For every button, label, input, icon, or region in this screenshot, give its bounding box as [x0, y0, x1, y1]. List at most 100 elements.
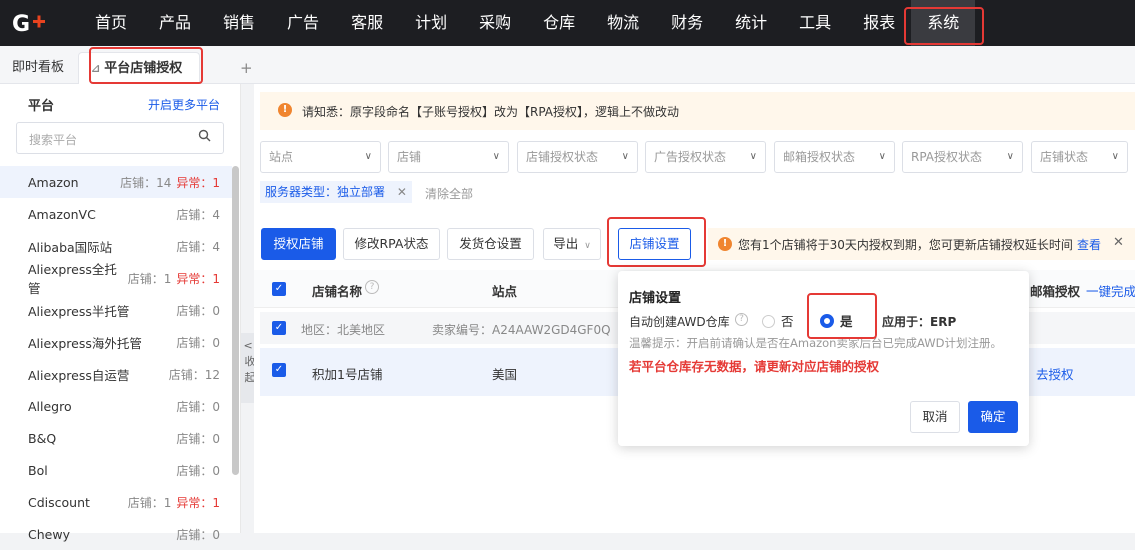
row-checkbox[interactable]: ✓ [272, 363, 286, 377]
filter-select[interactable]: 店铺 ∨ [388, 141, 509, 173]
cancel-button[interactable]: 取消 [910, 401, 960, 433]
select-all-checkbox[interactable]: ✓ [272, 282, 286, 296]
help-icon: ? [365, 280, 379, 294]
platform-item[interactable]: Aliexpress半托管 店铺：0 [0, 294, 232, 326]
clear-all-filters-link[interactable]: 清除全部 [425, 185, 473, 202]
warning-icon: ! [718, 237, 732, 251]
highlight-store-settings [607, 217, 706, 267]
nav-item-2[interactable]: 销售 [207, 0, 271, 46]
go-authorize-link[interactable]: 去授权 [1036, 364, 1074, 383]
filter-select[interactable]: 广告授权状态 ∨ [645, 141, 766, 173]
tab-dashboard[interactable]: 即时看板 [12, 52, 64, 84]
highlight-yes-option [807, 293, 877, 339]
platform-name: Bol [28, 462, 48, 478]
notice-banner: ! 请知悉：原字段命名【子账号授权】改为【RPA授权】，逻辑上不做改动 [260, 92, 1135, 130]
close-icon[interactable]: ✕ [1113, 235, 1124, 250]
platform-name: Alibaba国际站 [28, 239, 113, 255]
platform-store-count: 店铺：0 [176, 303, 220, 318]
platform-item[interactable]: AmazonVC 店铺：4 [0, 198, 232, 230]
help-icon: ? [735, 313, 748, 326]
sidebar-scrollbar[interactable] [232, 166, 239, 475]
radio-unchecked [762, 315, 775, 328]
platform-search-input[interactable]: 搜索平台 [16, 122, 224, 154]
platform-name: Amazon [28, 174, 79, 190]
chevron-down-icon: ∨ [878, 151, 886, 162]
nav-item-1[interactable]: 产品 [143, 0, 207, 46]
platform-name: Cdiscount [28, 494, 90, 510]
one-click-complete-link[interactable]: 一键完成 [1086, 281, 1135, 300]
platform-store-count: 店铺：1 [127, 271, 172, 286]
platform-name: Aliexpress半托管 [28, 303, 130, 319]
platform-store-count: 店铺：0 [176, 431, 220, 446]
export-button[interactable]: 导出 ∨ [543, 228, 601, 260]
platform-abnormal-count: 异常：1 [176, 175, 220, 190]
brand-logo[interactable]: G [0, 0, 60, 46]
nav-item-12[interactable]: 报表 [847, 0, 911, 46]
search-icon [198, 129, 211, 145]
nav-item-3[interactable]: 广告 [271, 0, 335, 46]
filter-select[interactable]: 站点 ∨ [260, 141, 381, 173]
remove-filter-icon[interactable]: ✕ [397, 185, 407, 199]
nav-item-9[interactable]: 财务 [655, 0, 719, 46]
chevron-down-icon: ∨ [492, 151, 500, 162]
platform-name: Aliexpress自运营 [28, 367, 130, 383]
platform-item[interactable]: Cdiscount 店铺：1 异常：1 [0, 486, 232, 518]
platform-item[interactable]: Alibaba国际站 店铺：4 [0, 230, 232, 262]
filter-select[interactable]: 店铺授权状态 ∨ [517, 141, 638, 173]
nav-item-6[interactable]: 采购 [463, 0, 527, 46]
platform-abnormal-count: 异常：1 [176, 271, 220, 286]
platform-item[interactable]: B&Q 店铺：0 [0, 422, 232, 454]
filter-select[interactable]: 邮箱授权状态 ∨ [774, 141, 895, 173]
platform-item[interactable]: Aliexpress海外托管 店铺：0 [0, 326, 232, 358]
filter-select[interactable]: RPA授权状态 ∨ [902, 141, 1023, 173]
platform-item[interactable]: Chewy 店铺：0 [0, 518, 232, 550]
platform-item[interactable]: Aliexpress自运营 店铺：12 [0, 358, 232, 390]
platform-name: Aliexpress海外托管 [28, 335, 142, 351]
nav-item-5[interactable]: 计划 [399, 0, 463, 46]
svg-text:G: G [12, 12, 30, 34]
highlight-active-tab [89, 47, 203, 84]
platform-item[interactable]: Bol 店铺：0 [0, 454, 232, 486]
nav-item-7[interactable]: 仓库 [527, 0, 591, 46]
platform-abnormal-count: 异常：1 [176, 495, 220, 510]
nav-item-8[interactable]: 物流 [591, 0, 655, 46]
nav-item-4[interactable]: 客服 [335, 0, 399, 46]
popup-title: 店铺设置 [629, 291, 682, 306]
platform-store-count: 店铺：4 [176, 239, 220, 254]
highlight-system-nav [904, 7, 984, 45]
filter-select[interactable]: 店铺状态 ∨ [1031, 141, 1128, 173]
platform-store-count: 店铺：0 [176, 527, 220, 542]
platform-store-count: 店铺：0 [176, 463, 220, 478]
platform-name: Allegro [28, 398, 72, 414]
platform-name: AmazonVC [28, 206, 96, 222]
authorize-store-button[interactable]: 授权店铺 [261, 228, 336, 260]
modify-rpa-status-button[interactable]: 修改RPA状态 [343, 228, 440, 260]
platform-name: Chewy [28, 526, 70, 542]
chevron-down-icon: ∨ [1111, 151, 1119, 162]
enable-more-platforms-link[interactable]: 开启更多平台 [148, 96, 220, 113]
platform-item[interactable]: Aliexpress全托管 店铺：1 异常：1 [0, 262, 232, 296]
chevron-down-icon: ∨ [621, 151, 629, 162]
expire-warning-banner: ! 您有1个店铺将于30天内授权到期，您可更新店铺授权延长时间 查看 ✕ [708, 228, 1135, 260]
platform-name: B&Q [28, 430, 57, 446]
platform-store-count: 店铺：1 [127, 495, 172, 510]
awd-option-no[interactable]: 否 [762, 311, 794, 330]
chevron-down-icon: ∨ [584, 241, 591, 251]
nav-item-0[interactable]: 首页 [79, 0, 143, 46]
nav-item-11[interactable]: 工具 [783, 0, 847, 46]
platform-item[interactable]: Amazon 店铺：14 异常：1 [0, 166, 232, 198]
sidebar-title: 平台 [28, 99, 55, 114]
nav-item-10[interactable]: 统计 [719, 0, 783, 46]
platform-item[interactable]: Allegro 店铺：0 [0, 390, 232, 422]
add-tab-button[interactable]: + [240, 52, 253, 84]
platform-sidebar: 平台 开启更多平台 搜索平台 Amazon 店铺：14 异常：1 AmazonVC 店铺… [0, 84, 241, 542]
ship-warehouse-settings-button[interactable]: 发货仓设置 [447, 228, 534, 260]
warning-icon: ! [278, 103, 292, 117]
view-expiring-link[interactable]: 查看 [1077, 236, 1101, 253]
platform-store-count: 店铺：0 [176, 399, 220, 414]
platform-store-count: 店铺：4 [176, 207, 220, 222]
active-filter-tag[interactable]: 服务器类型：独立部署 ✕ [260, 181, 412, 203]
confirm-button[interactable]: 确定 [968, 401, 1018, 433]
group-checkbox[interactable]: ✓ [272, 321, 286, 335]
chevron-down-icon: ∨ [364, 151, 372, 162]
